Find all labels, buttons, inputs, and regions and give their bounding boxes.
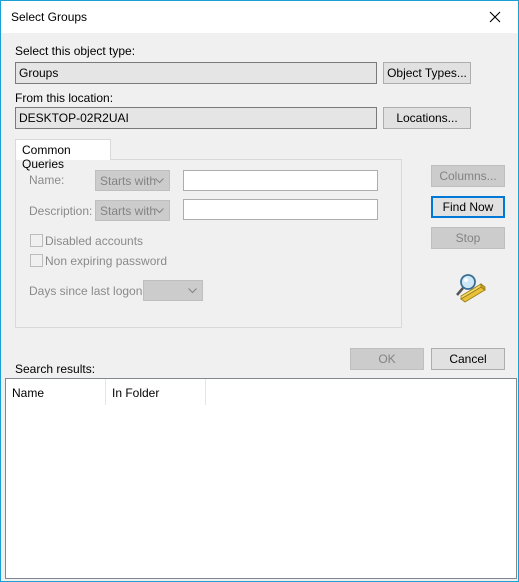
chevron-down-icon: [188, 288, 197, 294]
column-header-in-folder[interactable]: In Folder: [106, 379, 206, 405]
object-type-field: Groups: [15, 62, 377, 84]
search-results-label: Search results:: [15, 362, 96, 376]
chevron-down-icon: [155, 178, 164, 184]
chevron-down-icon: [155, 208, 164, 214]
name-mode-select[interactable]: Starts with: [95, 170, 170, 191]
name-query-input[interactable]: [183, 170, 378, 191]
search-results-list[interactable]: Name In Folder: [5, 378, 517, 579]
description-mode-value: Starts with: [100, 204, 157, 218]
select-groups-dialog: Select Groups Select this object type: G…: [1, 1, 518, 581]
object-type-label: Select this object type:: [15, 44, 136, 58]
days-since-logon-select[interactable]: [143, 280, 203, 301]
search-magnifier-icon: [456, 274, 486, 303]
days-since-logon-label: Days since last logon:: [29, 284, 146, 298]
disabled-accounts-label: Disabled accounts: [45, 234, 144, 248]
close-button[interactable]: [472, 1, 518, 33]
non-expiring-password-label: Non expiring password: [45, 254, 168, 268]
disabled-accounts-checkbox[interactable]: [30, 234, 43, 247]
column-header-name[interactable]: Name: [6, 379, 106, 405]
location-label: From this location:: [15, 91, 114, 105]
ok-button[interactable]: OK: [350, 348, 424, 370]
object-types-button[interactable]: Object Types...: [383, 62, 471, 84]
find-now-button[interactable]: Find Now: [431, 196, 505, 218]
window-title: Select Groups: [11, 10, 88, 24]
description-query-input[interactable]: [183, 199, 378, 220]
name-mode-value: Starts with: [100, 174, 157, 188]
non-expiring-password-checkbox[interactable]: [30, 254, 43, 267]
cancel-button[interactable]: Cancel: [431, 348, 505, 370]
tab-common-queries[interactable]: Common Queries: [15, 139, 111, 171]
title-bar[interactable]: Select Groups: [1, 1, 518, 33]
description-mode-select[interactable]: Starts with: [95, 200, 170, 221]
stop-button[interactable]: Stop: [431, 227, 505, 249]
name-query-label: Name:: [29, 173, 65, 187]
close-icon: [489, 11, 501, 23]
description-query-label: Description:: [29, 204, 93, 218]
location-field: DESKTOP-02R2UAI: [15, 107, 377, 129]
columns-button[interactable]: Columns...: [431, 165, 505, 187]
locations-button[interactable]: Locations...: [383, 107, 471, 129]
